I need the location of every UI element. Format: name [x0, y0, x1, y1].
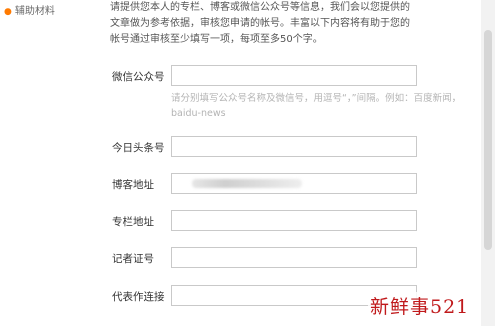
intro-text: 请提供您本人的专栏、博客或微信公众号等信息，我们会以您提供的 文章做为参考依据，… — [110, 0, 428, 48]
bullet-icon: ● — [4, 7, 12, 17]
scrollbar-thumb[interactable] — [484, 30, 492, 250]
press-card-input[interactable] — [171, 247, 417, 268]
column-input[interactable] — [171, 210, 417, 231]
intro-line-1: 请提供您本人的专栏、博客或微信公众号等信息，我们会以您提供的 — [110, 2, 410, 13]
representative-work-label: 代表作连接 — [112, 291, 165, 303]
toutiao-label: 今日头条号 — [112, 142, 165, 154]
intro-line-3: 帐号通过审核至少填写一项，每项至多50个字。 — [110, 32, 428, 48]
watermark-text: 新鲜事521 — [368, 292, 472, 319]
blog-input[interactable] — [171, 173, 417, 194]
intro-line-3a: 帐号通过审核 — [110, 34, 170, 45]
intro-line-3b: 至少填写一项，每项至多50个字。 — [170, 34, 323, 45]
wechat-hint: 请分别填写公众号名称及微信号，用逗号“，”间隔。例如：百度新闻，baidu-ne… — [171, 93, 462, 119]
supplementary-materials-label: ● 辅助材料 — [4, 2, 55, 17]
redacted-value — [192, 179, 302, 188]
wechat-label: 微信公众号 — [112, 71, 165, 83]
toutiao-input[interactable] — [171, 136, 417, 157]
intro-line-2: 文章做为参考依据，审核您申请的帐号。丰富以下内容将有助于您的 — [110, 18, 410, 29]
column-label: 专栏地址 — [112, 216, 154, 228]
press-card-label: 记者证号 — [112, 253, 154, 265]
blog-label: 博客地址 — [112, 179, 154, 191]
side-label-text: 辅助材料 — [14, 6, 55, 17]
scrollbar[interactable] — [481, 0, 495, 326]
wechat-input[interactable] — [171, 65, 417, 86]
